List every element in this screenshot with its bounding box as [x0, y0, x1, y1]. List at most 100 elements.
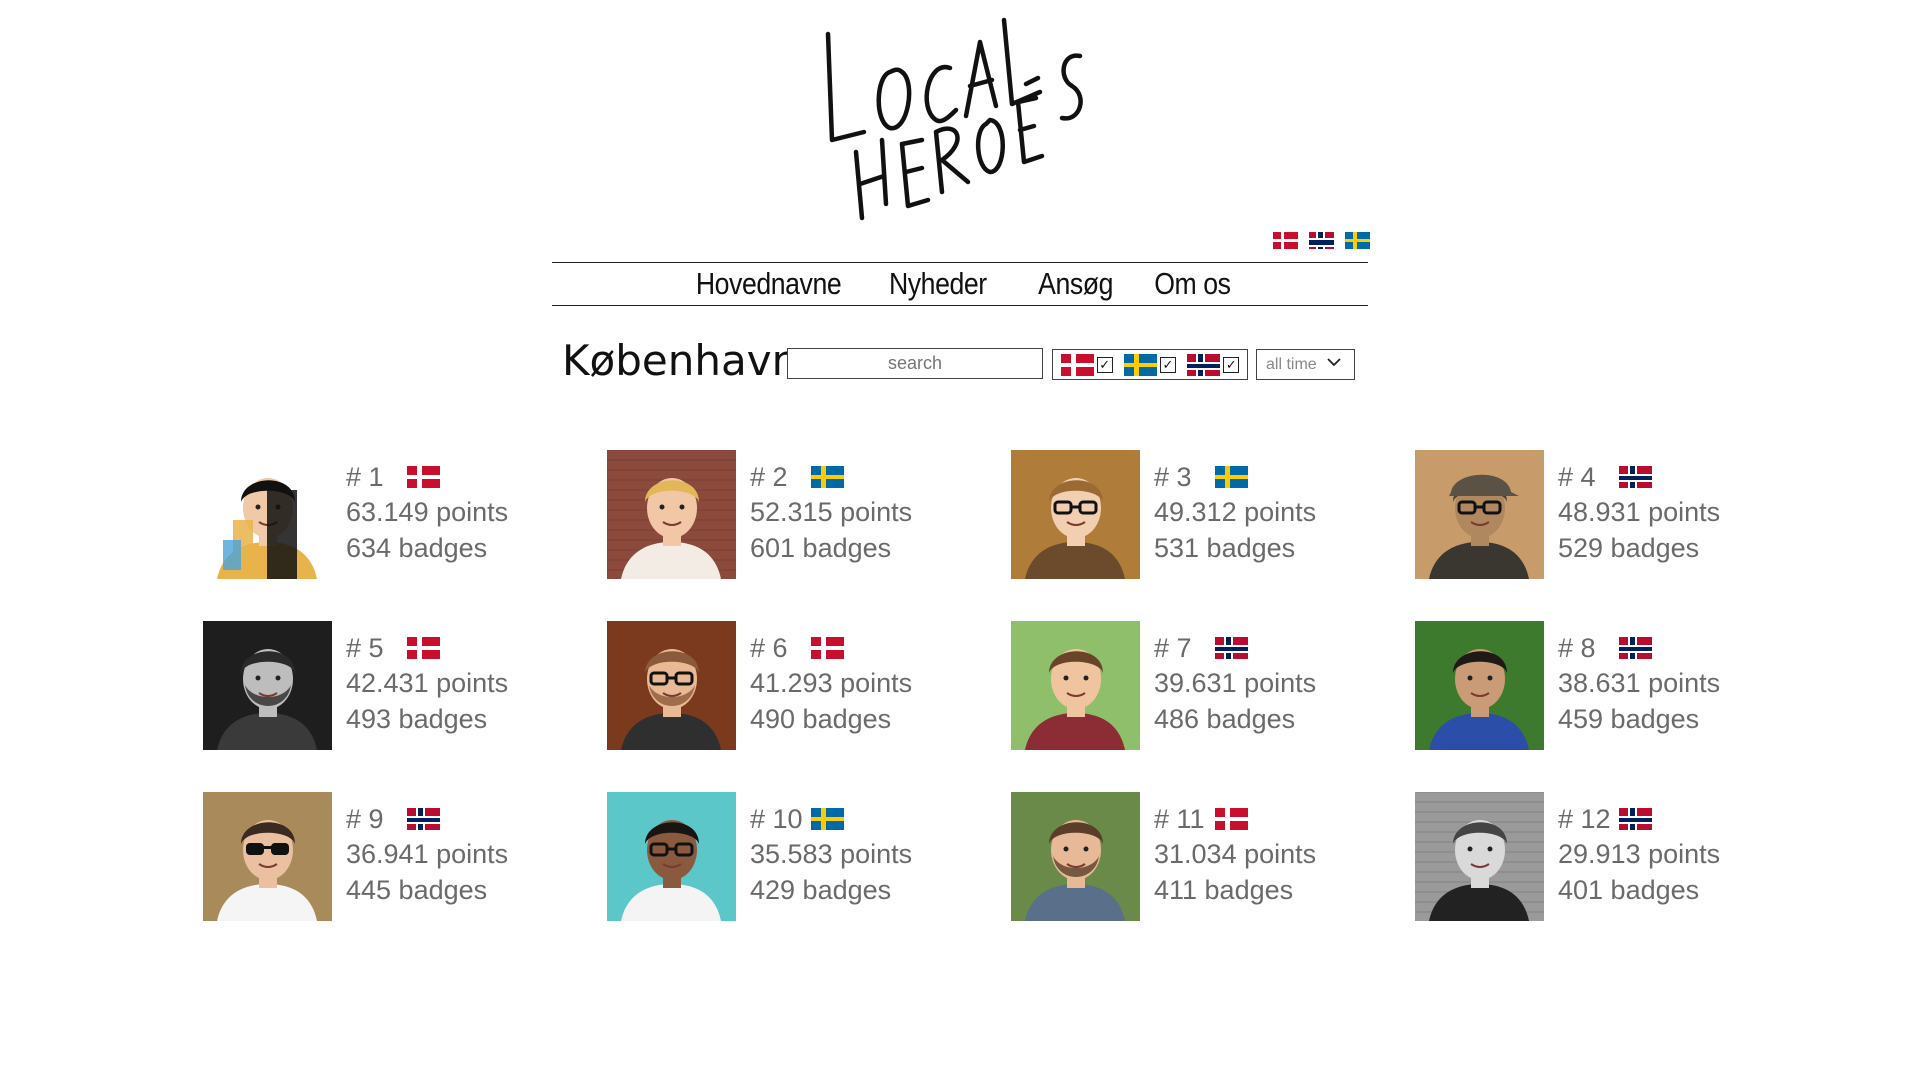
danish-flag-icon	[1060, 353, 1094, 376]
hero-card[interactable]: # 9 36.941 points 445 badges	[203, 789, 607, 960]
norwegian-flag-icon	[1215, 637, 1248, 659]
avatar[interactable]	[1011, 621, 1140, 750]
norway-checkbox[interactable]: ✓	[1223, 356, 1240, 373]
badges-label: 486 badges	[1154, 704, 1296, 734]
avatar[interactable]	[1415, 450, 1544, 579]
nav-item-hovednavne[interactable]: Hovednavne	[683, 266, 852, 302]
hero-card[interactable]: # 1 63.149 points 634 badges	[203, 447, 607, 618]
hero-card[interactable]: # 4 48.931 points 529 badges	[1415, 447, 1819, 618]
avatar[interactable]	[203, 792, 332, 921]
rank-line: # 10	[750, 802, 912, 836]
rank-label: # 10	[750, 803, 803, 834]
rank-line: # 1	[346, 460, 508, 494]
time-range-value: all time	[1266, 355, 1317, 373]
hero-info: # 11 31.034 points 411 badges	[1154, 802, 1316, 908]
rank-label: # 2	[750, 461, 788, 492]
hero-card[interactable]: # 5 42.431 points 493 badges	[203, 618, 607, 789]
avatar[interactable]	[1415, 621, 1544, 750]
rank-line: # 3	[1154, 460, 1316, 494]
hero-info: # 6 41.293 points 490 badges	[750, 631, 912, 737]
avatar[interactable]	[1011, 792, 1140, 921]
norwegian-flag-icon	[1187, 353, 1221, 376]
rank-line: # 7	[1154, 631, 1316, 665]
rank-line: # 4	[1558, 460, 1720, 494]
avatar[interactable]	[203, 621, 332, 750]
avatar[interactable]	[203, 450, 332, 579]
points-label: 29.913 points	[1558, 839, 1721, 869]
swedish-flag-icon[interactable]	[1345, 232, 1370, 249]
points-label: 38.631 points	[1558, 668, 1721, 698]
nav-item-om-os[interactable]: Om os	[1142, 266, 1242, 302]
avatar[interactable]	[1415, 792, 1544, 921]
search-input[interactable]	[787, 348, 1043, 379]
points-label: 42.431 points	[346, 668, 509, 698]
denmark-checkbox[interactable]: ✓	[1096, 356, 1113, 373]
filter-sweden[interactable]: ✓	[1123, 353, 1176, 376]
local-heroes-logo[interactable]	[818, 12, 1098, 228]
nav-item-ansog[interactable]: Ansøg	[1026, 266, 1125, 302]
norwegian-flag-icon	[1619, 808, 1652, 830]
hero-card[interactable]: # 6 41.293 points 490 badges	[607, 618, 1011, 789]
filter-norway[interactable]: ✓	[1187, 353, 1240, 376]
avatar[interactable]	[1011, 450, 1140, 579]
swedish-flag-icon	[1123, 353, 1157, 376]
badges-label: 529 badges	[1558, 533, 1700, 563]
hero-info: # 9 36.941 points 445 badges	[346, 802, 508, 908]
hero-card[interactable]: # 7 39.631 points 486 badges	[1011, 618, 1415, 789]
norwegian-flag-icon[interactable]	[1309, 232, 1334, 249]
hero-info: # 2 52.315 points 601 badges	[750, 460, 912, 566]
swedish-flag-icon	[1215, 466, 1248, 488]
badges-label: 634 badges	[346, 533, 488, 563]
norwegian-flag-icon	[1619, 466, 1652, 488]
points-label: 39.631 points	[1154, 668, 1317, 698]
hero-info: # 3 49.312 points 531 badges	[1154, 460, 1316, 566]
hero-card[interactable]: # 8 38.631 points 459 badges	[1415, 618, 1819, 789]
hero-info: # 12 29.913 points 401 badges	[1558, 802, 1720, 908]
badges-label: 411 badges	[1154, 875, 1294, 905]
rank-line: # 8	[1558, 631, 1720, 665]
hero-card[interactable]: # 2 52.315 points 601 badges	[607, 447, 1011, 618]
rank-label: # 3	[1154, 461, 1192, 492]
points-label: 63.149 points	[346, 497, 509, 527]
hero-card[interactable]: # 10 35.583 points 429 badges	[607, 789, 1011, 960]
language-switcher	[1273, 232, 1370, 249]
sweden-checkbox[interactable]: ✓	[1159, 356, 1176, 373]
rank-label: # 8	[1558, 632, 1596, 663]
leaderboard-grid: # 1 63.149 points 634 badges # 2 52.315 …	[203, 447, 1783, 960]
badges-label: 429 badges	[750, 875, 892, 905]
badges-label: 401 badges	[1558, 875, 1700, 905]
danish-flag-icon[interactable]	[1273, 232, 1298, 249]
points-label: 48.931 points	[1558, 497, 1721, 527]
rank-line: # 5	[346, 631, 508, 665]
points-label: 35.583 points	[750, 839, 913, 869]
swedish-flag-icon	[811, 808, 844, 830]
rank-line: # 2	[750, 460, 912, 494]
points-label: 31.034 points	[1154, 839, 1317, 869]
time-range-select[interactable]: all time	[1256, 349, 1355, 380]
rank-label: # 1	[346, 461, 384, 492]
hero-info: # 7 39.631 points 486 badges	[1154, 631, 1316, 737]
rank-label: # 6	[750, 632, 788, 663]
hero-card[interactable]: # 3 49.312 points 531 badges	[1011, 447, 1415, 618]
avatar[interactable]	[607, 621, 736, 750]
rank-line: # 9	[346, 802, 508, 836]
badges-label: 493 badges	[346, 704, 488, 734]
points-label: 36.941 points	[346, 839, 509, 869]
badges-label: 601 badges	[750, 533, 892, 563]
danish-flag-icon	[407, 466, 440, 488]
avatar[interactable]	[607, 792, 736, 921]
avatar[interactable]	[607, 450, 736, 579]
rank-line: # 11	[1154, 802, 1316, 836]
danish-flag-icon	[407, 637, 440, 659]
filter-denmark[interactable]: ✓	[1060, 353, 1113, 376]
rank-label: # 7	[1154, 632, 1192, 663]
hero-info: # 1 63.149 points 634 badges	[346, 460, 508, 566]
danish-flag-icon	[811, 637, 844, 659]
hero-card[interactable]: # 12 29.913 points 401 badges	[1415, 789, 1819, 960]
hero-info: # 5 42.431 points 493 badges	[346, 631, 508, 737]
points-label: 41.293 points	[750, 668, 913, 698]
points-label: 52.315 points	[750, 497, 913, 527]
nav-item-nyheder[interactable]: Nyheder	[877, 266, 999, 302]
rank-label: # 12	[1558, 803, 1611, 834]
hero-card[interactable]: # 11 31.034 points 411 badges	[1011, 789, 1415, 960]
